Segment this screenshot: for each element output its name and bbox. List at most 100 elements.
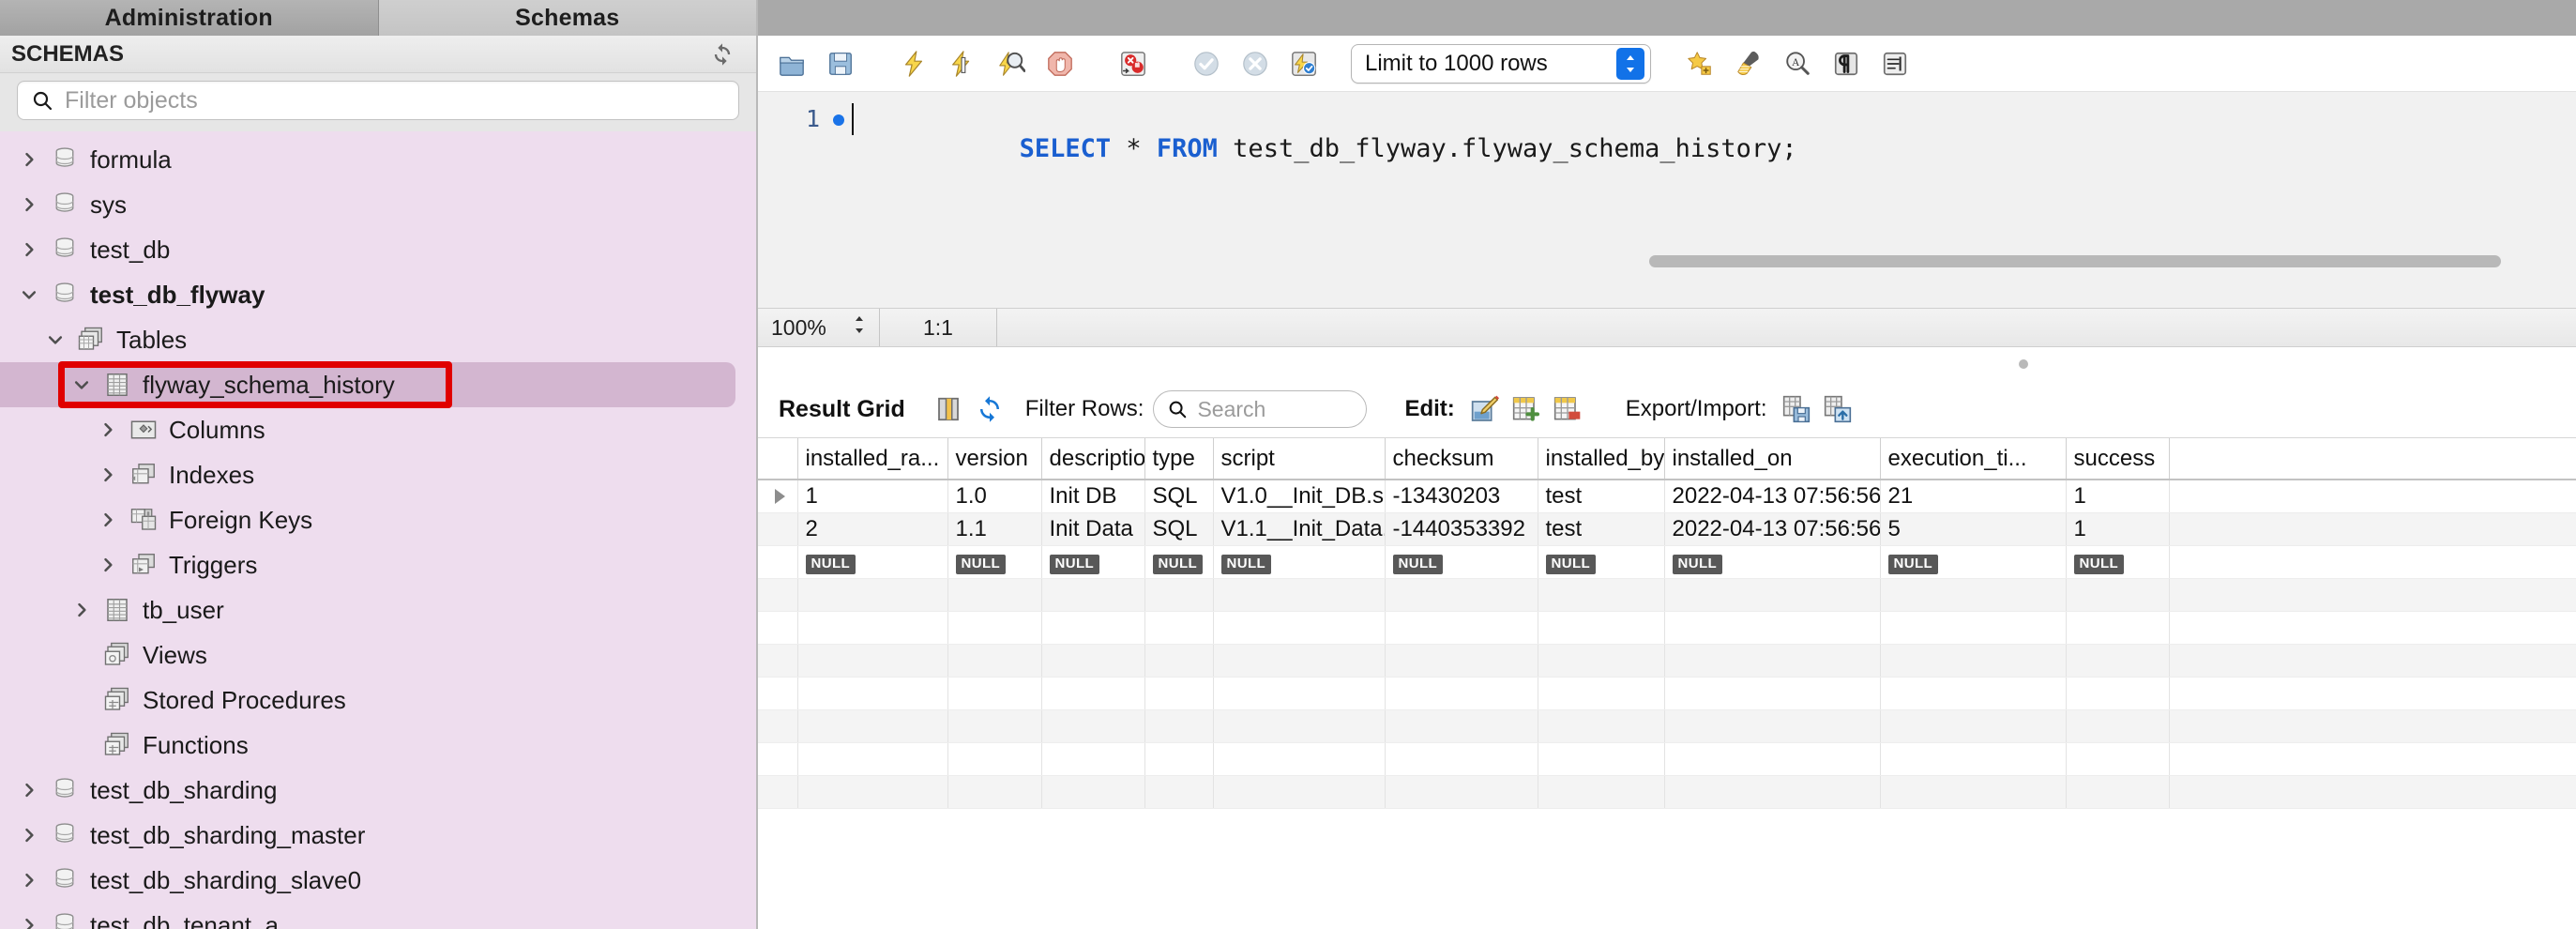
column-header-6[interactable]: installed_by <box>1538 438 1664 480</box>
editor-hscrollbar-thumb[interactable] <box>1649 255 2501 267</box>
insert-row-button[interactable] <box>1506 388 1547 430</box>
null-cell-3[interactable]: NULL <box>1144 546 1213 579</box>
cell-script[interactable]: V1.0__Init_DB.sql <box>1213 480 1385 513</box>
wrap-lines-button[interactable] <box>1871 39 1919 88</box>
table-row[interactable]: 11.0Init DBSQLV1.0__Init_DB.sql-13430203… <box>758 480 2576 513</box>
row-marker[interactable] <box>758 480 797 513</box>
chevron-right-icon[interactable] <box>92 465 124 484</box>
chevron-right-icon[interactable] <box>13 871 45 890</box>
tree-item-stored-procedures[interactable]: Stored Procedures <box>0 678 756 723</box>
chevron-right-icon[interactable] <box>66 601 98 619</box>
toggle-stop-on-error-button[interactable] <box>1109 39 1158 88</box>
tree-item-test-db-sharding-master[interactable]: test_db_sharding_master <box>0 813 756 858</box>
chevron-right-icon[interactable] <box>13 916 45 929</box>
add-snippet-button[interactable] <box>1675 39 1724 88</box>
limit-rows-select[interactable]: Limit to 1000 rows <box>1351 44 1651 84</box>
stop-execution-button[interactable] <box>1036 39 1084 88</box>
refresh-blue-icon[interactable] <box>969 388 1010 430</box>
null-cell-4[interactable]: NULL <box>1213 546 1385 579</box>
filter-rows-input[interactable] <box>1197 397 1353 422</box>
null-cell-6[interactable]: NULL <box>1538 546 1664 579</box>
cell-checksum[interactable]: -1440353392 <box>1385 513 1538 546</box>
tree-item-test-db-sharding-slave0[interactable]: test_db_sharding_slave0 <box>0 858 756 903</box>
chevron-right-icon[interactable] <box>13 195 45 214</box>
tree-item-triggers[interactable]: Triggers <box>0 542 756 587</box>
tree-item-flyway-schema-history[interactable]: flyway_schema_history <box>0 362 735 407</box>
tree-item-test-db[interactable]: test_db <box>0 227 756 272</box>
cell-installed_on[interactable]: 2022-04-13 07:56:56 <box>1664 513 1880 546</box>
null-cell-9[interactable]: NULL <box>2066 546 2169 579</box>
cell-type[interactable]: SQL <box>1144 480 1213 513</box>
column-header-0[interactable]: installed_ra... <box>797 438 947 480</box>
rollback-button[interactable] <box>1231 39 1280 88</box>
filter-objects-box[interactable] <box>17 81 739 120</box>
new-record-row[interactable]: NULLNULLNULLNULLNULLNULLNULLNULLNULLNULL <box>758 546 2576 579</box>
chevron-updown-icon[interactable] <box>1616 48 1644 80</box>
row-marker[interactable] <box>758 513 797 546</box>
null-cell-1[interactable]: NULL <box>947 546 1041 579</box>
cell-execution_ti[interactable]: 5 <box>1880 513 2066 546</box>
cell-success[interactable]: 1 <box>2066 480 2169 513</box>
tree-item-indexes[interactable]: Indexes <box>0 452 756 497</box>
open-sql-script-button[interactable] <box>767 39 816 88</box>
tree-item-test-db-tenant-a[interactable]: test_db_tenant_a <box>0 903 756 929</box>
column-header-1[interactable]: version <box>947 438 1041 480</box>
column-header-5[interactable]: checksum <box>1385 438 1538 480</box>
tree-item-test-db-flyway[interactable]: test_db_flyway <box>0 272 756 317</box>
null-cell-5[interactable]: NULL <box>1385 546 1538 579</box>
save-sql-script-button[interactable] <box>816 39 865 88</box>
grid-view-icon[interactable] <box>928 388 969 430</box>
commit-button[interactable] <box>1182 39 1231 88</box>
column-header-7[interactable]: installed_on <box>1664 438 1880 480</box>
null-cell-2[interactable]: NULL <box>1041 546 1144 579</box>
refresh-icon[interactable] <box>709 41 735 68</box>
tree-item-sys[interactable]: sys <box>0 182 756 227</box>
panel-splitter[interactable] <box>758 347 2576 381</box>
delete-row-button[interactable] <box>1547 388 1588 430</box>
chevron-down-icon[interactable] <box>66 375 98 394</box>
tree-item-tables[interactable]: Tables <box>0 317 756 362</box>
chevron-right-icon[interactable] <box>92 420 124 439</box>
column-header-4[interactable]: script <box>1213 438 1385 480</box>
cell-script[interactable]: V1.1__Init_Data.sql <box>1213 513 1385 546</box>
cell-description[interactable]: Init Data <box>1041 513 1144 546</box>
cell-installed_ra[interactable]: 2 <box>797 513 947 546</box>
column-header-2[interactable]: description <box>1041 438 1144 480</box>
table-row[interactable]: 21.1Init DataSQLV1.1__Init_Data.sql-1440… <box>758 513 2576 546</box>
cell-success[interactable]: 1 <box>2066 513 2169 546</box>
chevron-right-icon[interactable] <box>13 781 45 800</box>
tab-administration[interactable]: Administration <box>0 0 379 36</box>
explain-statement-button[interactable] <box>987 39 1036 88</box>
sql-editor[interactable]: 1 SELECT * FROM test_db_flyway.flyway_sc… <box>758 92 2576 308</box>
column-header-3[interactable]: type <box>1144 438 1213 480</box>
cell-installed_ra[interactable]: 1 <box>797 480 947 513</box>
cell-version[interactable]: 1.1 <box>947 513 1041 546</box>
cell-installed_by[interactable]: test <box>1538 513 1664 546</box>
cell-installed_on[interactable]: 2022-04-13 07:56:56 <box>1664 480 1880 513</box>
beautify-sql-button[interactable] <box>1724 39 1773 88</box>
cell-type[interactable]: SQL <box>1144 513 1213 546</box>
tree-item-foreign-keys[interactable]: Foreign Keys <box>0 497 756 542</box>
tree-item-views[interactable]: Views <box>0 632 756 678</box>
schema-tree[interactable]: formulasystest_dbtest_db_flywayTablesfly… <box>0 131 756 929</box>
zoom-control[interactable]: 100% <box>758 309 880 346</box>
column-header-8[interactable]: execution_ti... <box>1880 438 2066 480</box>
result-grid[interactable]: installed_ra...versiondescriptiontypescr… <box>758 437 2576 929</box>
toggle-invisible-chars-button[interactable] <box>1822 39 1871 88</box>
cell-checksum[interactable]: -13430203 <box>1385 480 1538 513</box>
cell-description[interactable]: Init DB <box>1041 480 1144 513</box>
chevron-down-icon[interactable] <box>39 330 71 349</box>
chevron-updown-icon[interactable] <box>853 314 866 341</box>
null-cell-7[interactable]: NULL <box>1664 546 1880 579</box>
chevron-right-icon[interactable] <box>92 510 124 529</box>
cell-execution_ti[interactable]: 21 <box>1880 480 2066 513</box>
tree-item-tb-user[interactable]: tb_user <box>0 587 756 632</box>
execute-statement-button[interactable] <box>889 39 938 88</box>
chevron-right-icon[interactable] <box>13 240 45 259</box>
chevron-down-icon[interactable] <box>13 285 45 304</box>
chevron-right-icon[interactable] <box>92 556 124 574</box>
export-recordset-button[interactable] <box>1776 388 1817 430</box>
import-recordset-button[interactable] <box>1817 388 1858 430</box>
tree-item-test-db-sharding[interactable]: test_db_sharding <box>0 768 756 813</box>
editor-hscrollbar[interactable] <box>758 253 2576 268</box>
